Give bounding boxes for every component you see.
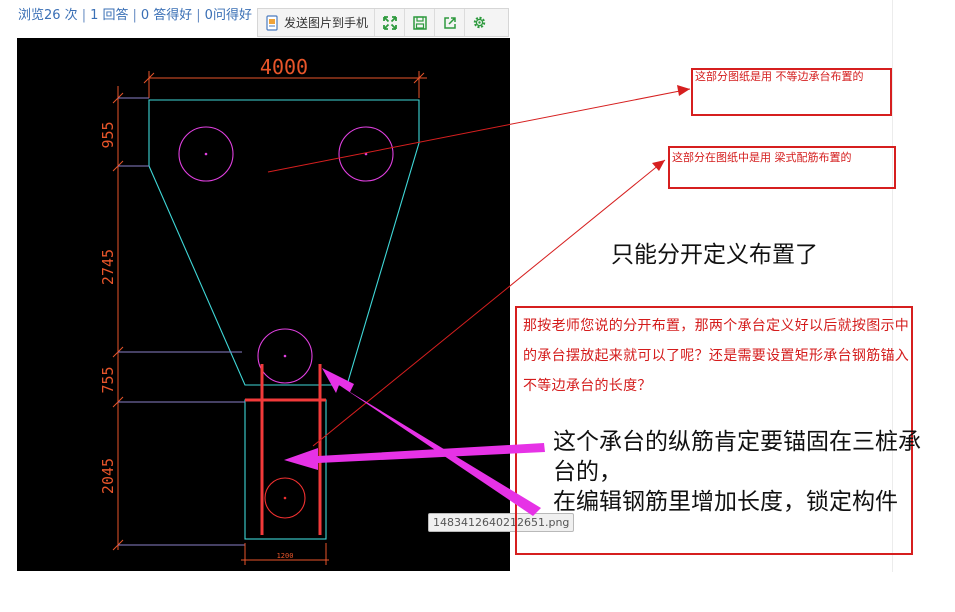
question-text: 那按老师您说的分开布置，那两个承台定义好以后就按图示中的承台摆放起来就可以了呢？…	[523, 318, 910, 394]
share-icon	[443, 16, 456, 29]
dim-left-label: 955	[99, 121, 117, 148]
send-to-phone-icon	[266, 14, 278, 31]
cad-drawing: 4000 955 2745 755 2045 1200	[99, 55, 427, 565]
cad-drawing-image: 4000 955 2745 755 2045 1200	[17, 38, 510, 571]
dim-bottom-label: 1200	[277, 552, 294, 560]
question-stats: 浏览26 次 | 1 回答 | 0 答得好 | 0问得好	[18, 8, 252, 23]
dim-left-label: 2745	[99, 249, 117, 285]
image-toolbar: 发送图片到手机	[257, 8, 509, 37]
fullscreen-button[interactable]	[374, 9, 404, 36]
answer-text-line: 台的，	[553, 459, 622, 485]
share-button[interactable]	[434, 9, 464, 36]
settings-icon	[473, 16, 486, 29]
dim-left-label: 2045	[99, 458, 117, 494]
save-button[interactable]	[404, 9, 434, 36]
triangular-cap-outline	[148, 99, 420, 386]
good-answers-count: 0 答得好	[140, 8, 193, 23]
annotation-note-box: 这部分图纸是用 不等边承台布置的	[691, 68, 892, 116]
dim-top-label: 4000	[260, 55, 308, 79]
answer-text: 只能分开定义布置了	[611, 242, 818, 268]
answers-count[interactable]: 1 回答	[90, 8, 128, 23]
settings-button[interactable]	[464, 9, 494, 36]
views-count: 浏览26 次	[18, 8, 78, 23]
send-to-phone-button[interactable]: 发送图片到手机	[258, 9, 374, 36]
dim-left-label: 755	[99, 366, 117, 393]
answer-text-line: 这个承台的纵筋肯定要锚固在三桩承	[553, 429, 921, 455]
note-text: 这部分在图纸中是用 梁式配筋布置的	[672, 151, 852, 164]
annotation-note-box: 这部分在图纸中是用 梁式配筋布置的	[668, 146, 896, 189]
answer-text-line: 在编辑钢筋里增加长度，锁定构件	[553, 489, 898, 515]
send-to-phone-label: 发送图片到手机	[284, 16, 369, 30]
good-question-count: 0问得好	[204, 8, 252, 23]
save-icon	[412, 15, 427, 30]
note-text: 这部分图纸是用 不等边承台布置的	[695, 70, 864, 83]
fullscreen-icon	[382, 15, 397, 30]
